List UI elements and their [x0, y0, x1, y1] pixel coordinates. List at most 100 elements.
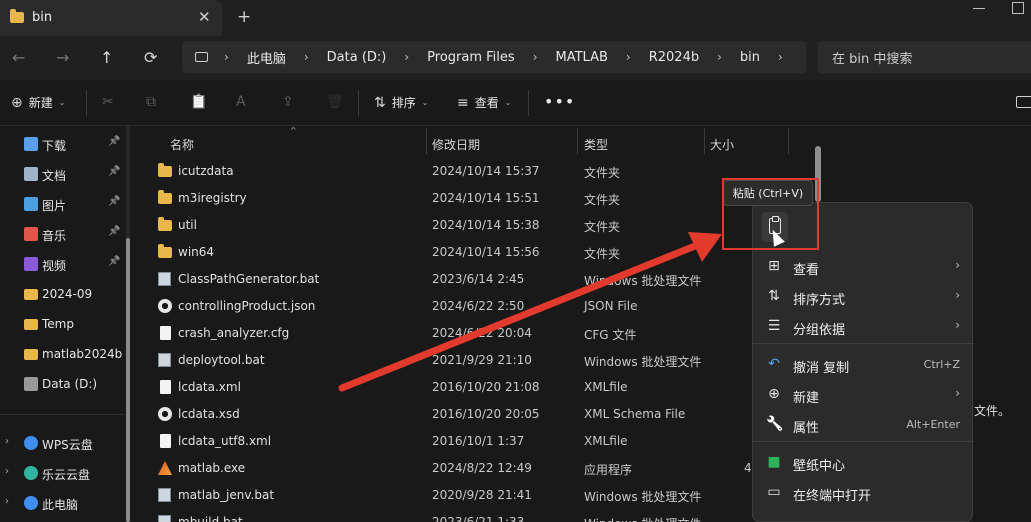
breadcrumb-data-drive[interactable]: Data (D:) [327, 50, 387, 65]
divider [528, 90, 529, 116]
paste-button[interactable]: 📋 [190, 94, 207, 110]
menu-item-undo-copy[interactable]: ↶ 撤消 复制 Ctrl+Z [753, 349, 974, 379]
details-pane-icon[interactable] [1016, 96, 1031, 108]
sidebar-group-1[interactable]: › 乐云云盘 [0, 460, 132, 486]
sidebar-item-8[interactable]: Data (D:) [0, 371, 132, 397]
file-name: matlab_jenv.bat [178, 488, 275, 502]
address-row: ← → ↑ ⟳ › 此电脑 › Data (D:) › Program File… [0, 36, 1031, 80]
file-row[interactable]: controllingProduct.json 2024/6/22 2:50 JSO… [154, 293, 834, 319]
menu-item-label: 撤消 复制 [793, 361, 850, 376]
forward-arrow-icon[interactable]: → [56, 48, 69, 67]
menu-item-group-by[interactable]: ☰ 分组依据 › [753, 311, 974, 341]
sort-button[interactable]: ⇅ 排序 ⌄ [374, 94, 428, 111]
maximize-button[interactable] [1012, 2, 1024, 14]
breadcrumb-r2024b[interactable]: R2024b [649, 50, 699, 65]
menu-item-label: 壁纸中心 [793, 459, 846, 474]
wallpaper-icon: ■ [767, 454, 781, 470]
settings-file-icon [158, 299, 172, 313]
copy-button[interactable]: ⧉ [146, 94, 156, 110]
view-button[interactable]: ≡ 查看 ⌄ [457, 94, 511, 111]
file-row[interactable]: lcdata.xml 2016/10/20 21:08 XMLfile [154, 374, 834, 400]
pin-icon: 📌 [108, 196, 121, 207]
more-options-button[interactable]: ••• [544, 92, 575, 111]
sidebar-item-1[interactable]: 文档 📌 [0, 161, 132, 187]
scrollbar-thumb[interactable] [126, 238, 130, 522]
sidebar-item-5[interactable]: 2024-09 [0, 281, 132, 307]
file-row[interactable]: deploytool.bat 2021/9/29 21:10 Windows 批处理… [154, 347, 834, 373]
sidebar-item-4[interactable]: 视频 📌 [0, 251, 132, 277]
menu-item-view[interactable]: ⊞ 查看 › [753, 251, 974, 281]
batch-file-icon [158, 515, 171, 522]
up-arrow-icon[interactable]: ↑ [100, 48, 113, 67]
close-icon[interactable]: ✕ [198, 8, 211, 26]
file-row[interactable]: lcdata.xsd 2016/10/20 20:05 XML Schema Fil… [154, 401, 834, 427]
file-icon [160, 380, 171, 394]
title-bar: bin ✕ + [0, 0, 1031, 36]
sidebar-group-2[interactable]: › 此电脑 [0, 490, 132, 516]
address-bar[interactable]: › 此电脑 › Data (D:) › Program Files › MATL… [182, 41, 806, 73]
sort-ascending-icon: ^ [290, 126, 297, 135]
menu-item-label: 新建 [793, 391, 820, 406]
chevron-right-icon: › [955, 318, 960, 332]
new-tab-button[interactable]: + [237, 7, 251, 27]
file-row[interactable]: matlab.exe 2024/8/22 12:49 应用程序 4 [154, 455, 834, 481]
new-button[interactable]: ⊕ 新建 ⌄ [11, 94, 65, 111]
sidebar-scrollbar[interactable] [126, 126, 130, 522]
sidebar-item-label: 音乐 [42, 229, 67, 243]
file-type: 应用程序 [584, 463, 633, 477]
column-divider[interactable] [426, 128, 427, 154]
file-icon [160, 434, 171, 448]
back-arrow-icon[interactable]: ← [12, 48, 25, 67]
breadcrumb-program-files[interactable]: Program Files [427, 50, 515, 65]
sidebar-item-2[interactable]: 图片 📌 [0, 191, 132, 217]
breadcrumb-bin[interactable]: bin [740, 50, 760, 65]
breadcrumb-matlab[interactable]: MATLAB [556, 50, 608, 65]
share-button[interactable]: ⇪ [282, 94, 294, 110]
breadcrumb-this-pc[interactable]: 此电脑 [247, 48, 286, 67]
menu-item-open-in-terminal[interactable]: ▭ 在终端中打开 [753, 477, 974, 507]
sidebar-group-label: WPS云盘 [42, 438, 93, 452]
file-name: win64 [178, 245, 215, 259]
file-name: m3iregistry [178, 191, 247, 205]
menu-item-new[interactable]: ⊕ 新建 › [753, 379, 974, 409]
file-row[interactable]: crash_analyzer.cfg 2024/6/22 20:04 CFG 文件 [154, 320, 834, 346]
sidebar-item-6[interactable]: Temp [0, 311, 132, 337]
chevron-right-icon[interactable]: › [5, 496, 9, 507]
search-input[interactable]: 在 bin 中搜索 [818, 41, 1031, 73]
pin-icon: 📌 [108, 166, 121, 177]
cut-button[interactable]: ✂ [102, 94, 114, 110]
file-row[interactable]: mbuild.bat 2023/6/21 1:33 Windows 批处理文件 [154, 509, 834, 522]
refresh-icon[interactable]: ⟳ [144, 48, 157, 67]
file-date: 2016/10/1 1:37 [432, 434, 525, 448]
chevron-right-icon[interactable]: › [5, 466, 9, 477]
file-row[interactable]: lcdata_utf8.xml 2016/10/1 1:37 XMLfile [154, 428, 834, 454]
file-row[interactable]: matlab_jenv.bat 2020/9/28 21:41 Windows 批处… [154, 482, 834, 508]
pin-icon: 📌 [108, 136, 121, 147]
minimize-button[interactable] [973, 8, 985, 20]
sidebar-item-3[interactable]: 音乐 📌 [0, 221, 132, 247]
menu-item-properties[interactable]: 🔧 属性 Alt+Enter [753, 409, 974, 439]
file-type: JSON File [584, 299, 638, 313]
file-row[interactable]: ClassPathGenerator.bat 2023/6/14 2:45 Wind… [154, 266, 834, 292]
column-divider[interactable] [577, 128, 578, 154]
rename-button[interactable]: A [236, 94, 246, 110]
breadcrumb-separator: › [717, 50, 722, 64]
delete-button[interactable]: 🗑 [326, 94, 344, 110]
column-divider[interactable] [788, 128, 789, 154]
download-icon [24, 137, 38, 151]
column-divider[interactable] [704, 128, 705, 154]
file-type: XMLfile [584, 434, 628, 448]
sidebar-group-0[interactable]: › WPS云盘 [0, 430, 132, 456]
sidebar-item-0[interactable]: 下载 📌 [0, 131, 132, 157]
file-name: matlab.exe [178, 461, 246, 475]
sidebar-item-7[interactable]: matlab2024b [0, 341, 132, 367]
undo-icon: ↶ [768, 356, 780, 372]
tab-bin[interactable]: bin ✕ [0, 0, 222, 36]
drive-icon [24, 377, 38, 391]
chevron-down-icon: ⌄ [504, 98, 512, 107]
computer-icon [195, 52, 208, 62]
menu-item-wallpaper-center[interactable]: ■ 壁纸中心 [753, 447, 974, 477]
menu-item-sort-by[interactable]: ⇅ 排序方式 › [753, 281, 974, 311]
chevron-right-icon[interactable]: › [5, 436, 9, 447]
sidebar-item-label: 2024-09 [42, 287, 93, 301]
